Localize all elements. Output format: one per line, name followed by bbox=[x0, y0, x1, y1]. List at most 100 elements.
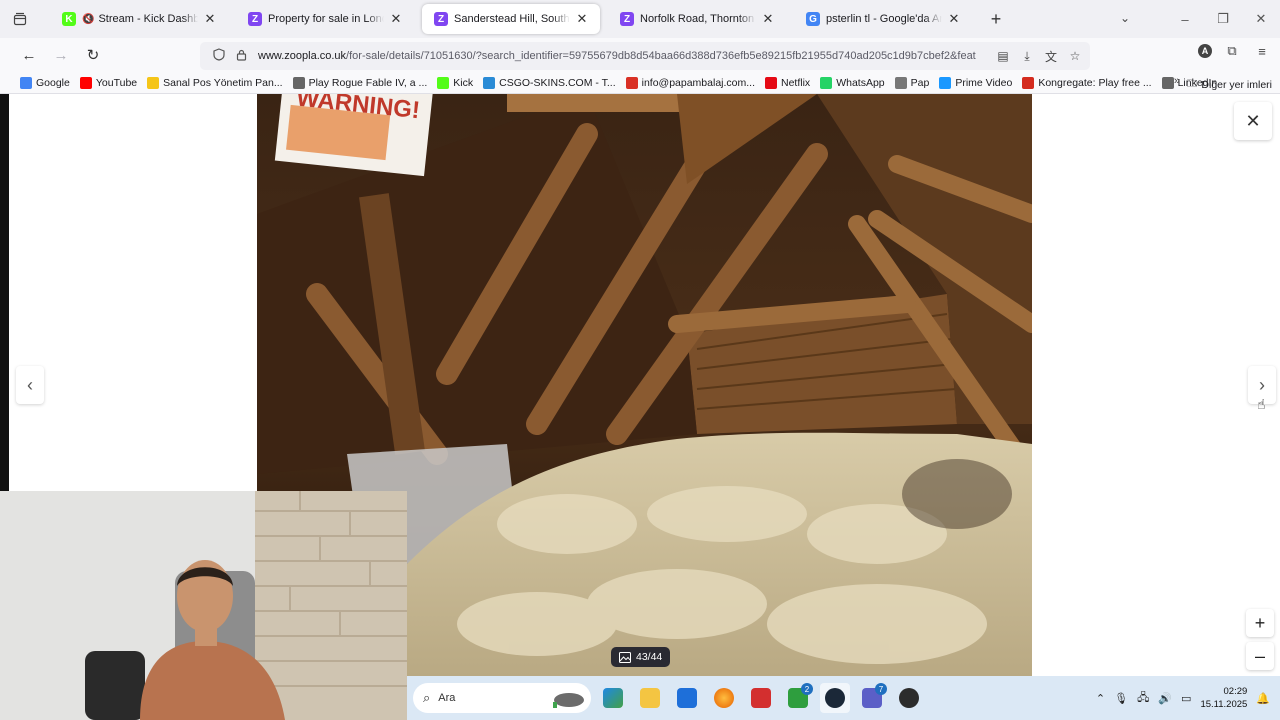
bookmark-item[interactable]: CSGO-SKINS.COM - T... bbox=[483, 76, 616, 89]
taskbar-store-icon[interactable] bbox=[672, 683, 702, 713]
address-bar[interactable]: www.zoopla.co.uk/for-sale/details/710516… bbox=[200, 42, 1090, 70]
xbox-badge: 2 bbox=[801, 683, 813, 695]
battery-icon[interactable]: ▭ bbox=[1181, 692, 1191, 705]
bookmark-item[interactable]: Kongregate: Play free ... bbox=[1022, 76, 1152, 89]
folder-icon: 🗀 bbox=[1186, 78, 1198, 90]
bookmark-item[interactable]: Pap bbox=[894, 76, 929, 89]
taskbar-teams-icon[interactable]: 7 bbox=[857, 683, 887, 713]
bookmark-star-icon[interactable]: ☆ bbox=[1066, 49, 1084, 63]
network-icon[interactable]: 🖧 bbox=[1137, 689, 1149, 708]
taskbar-obs-icon[interactable] bbox=[894, 683, 924, 713]
close-tab-icon[interactable]: ✕ bbox=[760, 11, 776, 27]
kick-icon bbox=[437, 76, 450, 89]
notification-bell-icon[interactable]: 🔔 bbox=[1256, 692, 1270, 705]
teams-badge: 7 bbox=[875, 683, 887, 695]
bookmark-label: Google bbox=[36, 76, 70, 89]
bookmark-label: Play Rogue Fable IV, a ... bbox=[308, 76, 428, 89]
image-counter: 43/44 bbox=[611, 647, 671, 667]
bookmark-item[interactable]: Kick bbox=[437, 76, 474, 89]
system-tray: ⌃ 🎙 🖧 🔊 ▭ 02:29 15.11.2025 🔔 bbox=[1096, 676, 1270, 720]
tracking-protection-icon[interactable] bbox=[208, 48, 230, 64]
zoopla-icon: Z bbox=[248, 12, 262, 26]
taskbar-copilot-icon[interactable] bbox=[598, 683, 628, 713]
image-icon bbox=[619, 651, 631, 663]
search-placeholder: Ara bbox=[438, 692, 456, 704]
bookmark-item[interactable]: Sanal Pos Yönetim Pan... bbox=[147, 76, 283, 89]
translate-icon[interactable]: 文 bbox=[1042, 48, 1060, 65]
tab-muted-icon[interactable]: 🔇 bbox=[82, 14, 94, 25]
screen: K 🔇 Stream - Kick Dashboard ✕ Z Property for … bbox=[0, 0, 1280, 720]
google-icon bbox=[20, 76, 32, 89]
reader-view-icon[interactable]: ▤ bbox=[994, 49, 1012, 63]
reload-button[interactable]: ↻ bbox=[78, 40, 108, 70]
show-hidden-icons-icon[interactable]: ⌃ bbox=[1096, 692, 1105, 705]
kongregate-icon bbox=[1022, 76, 1035, 89]
tab-strip: K 🔇 Stream - Kick Dashboard ✕ Z Property for … bbox=[0, 0, 1280, 38]
youtube-icon bbox=[79, 76, 92, 89]
bookmark-label: CSGO-SKINS.COM - T... bbox=[499, 76, 616, 89]
bookmark-item[interactable]: Netflix bbox=[765, 76, 810, 89]
bookmarks-toolbar: Google YouTube Sanal Pos Yönetim Pan... Pla… bbox=[0, 72, 1280, 94]
bookmark-item[interactable]: WhatsApp bbox=[820, 76, 885, 89]
bookmark-item[interactable]: Google bbox=[20, 76, 70, 89]
more-bookmarks-chevron-icon[interactable]: » bbox=[1174, 75, 1180, 87]
bookmark-item[interactable]: Prime Video bbox=[939, 76, 1012, 89]
menu-icon[interactable]: ≡ bbox=[1252, 44, 1272, 59]
browser-tab[interactable]: Z Sanderstead Hill, South Croydo ✕ bbox=[422, 4, 600, 34]
webcam-overlay bbox=[0, 491, 407, 720]
other-bookmarks-folder[interactable]: 🗀 Diğer yer imleri bbox=[1187, 76, 1272, 94]
restore-button[interactable]: ❐ bbox=[1204, 11, 1242, 27]
close-tab-icon[interactable]: ✕ bbox=[946, 11, 962, 27]
bookmark-label: Kongregate: Play free ... bbox=[1038, 76, 1152, 89]
taskbar-firefox-icon[interactable] bbox=[709, 683, 739, 713]
browser-tab[interactable]: K 🔇 Stream - Kick Dashboard ✕ bbox=[50, 4, 228, 34]
navigation-toolbar: ← → ↻ www.zoopla.co.uk/for-sale/details/… bbox=[0, 38, 1280, 72]
tab-overview-icon[interactable] bbox=[0, 0, 40, 38]
whatsapp-icon bbox=[820, 76, 833, 89]
previous-image-button[interactable]: ‹ bbox=[16, 366, 44, 404]
list-all-tabs-icon[interactable]: ⌄ bbox=[1120, 11, 1130, 25]
close-tab-icon[interactable]: ✕ bbox=[388, 11, 404, 27]
close-window-button[interactable]: ✕ bbox=[1242, 11, 1280, 27]
taskbar-file-explorer-icon[interactable] bbox=[635, 683, 665, 713]
clock-time: 02:29 bbox=[1223, 686, 1248, 697]
bookmark-item[interactable]: info@papambalaj.com... bbox=[625, 76, 755, 89]
new-tab-button[interactable]: + bbox=[982, 5, 1010, 33]
window-edge bbox=[0, 94, 9, 492]
zoom-out-button[interactable]: – bbox=[1246, 642, 1274, 670]
mouse-pointer-icon: ☝ bbox=[1257, 396, 1266, 412]
prime-video-icon bbox=[939, 76, 952, 89]
back-button[interactable]: ← bbox=[14, 40, 44, 70]
bookmark-item[interactable]: YouTube bbox=[79, 76, 137, 89]
zoopla-icon: Z bbox=[434, 12, 448, 26]
clock[interactable]: 02:29 15.11.2025 bbox=[1200, 685, 1247, 711]
clock-date: 15.11.2025 bbox=[1200, 699, 1248, 710]
zoom-in-button[interactable]: + bbox=[1246, 609, 1274, 637]
account-avatar[interactable]: A bbox=[1198, 44, 1212, 58]
tab-title: Sanderstead Hill, South Croydo bbox=[454, 13, 570, 25]
zoopla-icon: Z bbox=[620, 12, 634, 26]
url-text[interactable]: www.zoopla.co.uk/for-sale/details/710516… bbox=[258, 50, 998, 62]
bookmark-label: Kick bbox=[453, 76, 474, 89]
taskbar-search[interactable]: ⌕ Ara bbox=[413, 683, 591, 713]
taskbar-xbox-icon[interactable]: 2 bbox=[783, 683, 813, 713]
image-counter-text: 43/44 bbox=[636, 651, 663, 663]
folder-icon bbox=[894, 76, 907, 89]
minimize-button[interactable]: – bbox=[1166, 12, 1204, 27]
close-tab-icon[interactable]: ✕ bbox=[202, 11, 218, 27]
bookmark-item[interactable]: Play Rogue Fable IV, a ... bbox=[292, 76, 428, 89]
extensions-icon[interactable]: ⧉ bbox=[1222, 43, 1242, 59]
close-viewer-button[interactable]: ✕ bbox=[1234, 102, 1272, 140]
lock-icon[interactable] bbox=[230, 49, 252, 64]
globe-icon bbox=[1161, 76, 1174, 89]
taskbar-steam-icon[interactable] bbox=[820, 683, 850, 713]
close-tab-icon[interactable]: ✕ bbox=[574, 11, 590, 27]
forward-button[interactable]: → bbox=[46, 40, 76, 70]
microphone-icon[interactable]: 🎙 bbox=[1114, 692, 1128, 705]
taskbar-acrobat-icon[interactable] bbox=[746, 683, 776, 713]
volume-icon[interactable]: 🔊 bbox=[1158, 692, 1172, 705]
browser-tab[interactable]: Gpsterlin tl - Google'da Ara ✕ bbox=[794, 4, 972, 34]
save-to-pocket-icon[interactable]: ⤓ bbox=[1018, 49, 1036, 64]
browser-tab[interactable]: Z Property for sale in London - Zo ✕ bbox=[236, 4, 414, 34]
browser-tab[interactable]: Z Norfolk Road, Thornton Heath (✕ bbox=[608, 4, 786, 34]
